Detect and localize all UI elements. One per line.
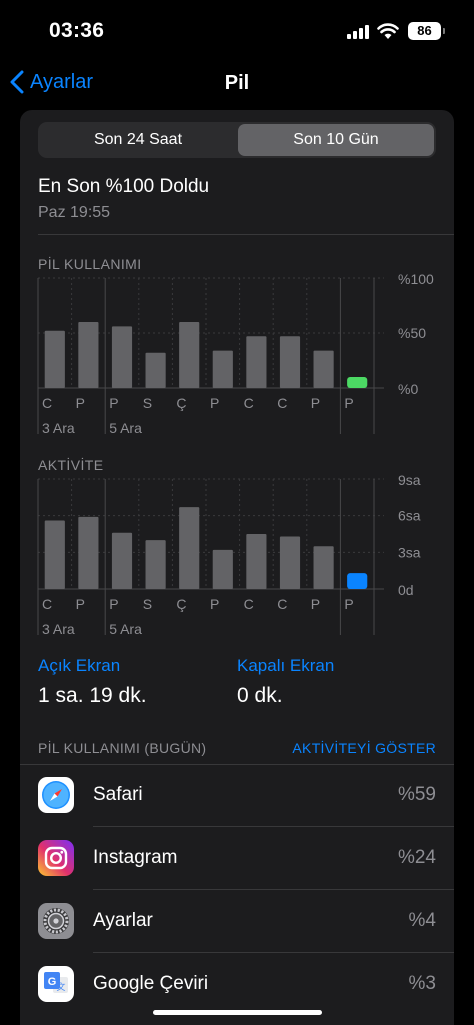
battery-chart-x-tick-label: S (143, 395, 152, 411)
activity-chart-x-tick-label: S (143, 596, 152, 612)
google-translate-icon: G 文 (38, 966, 74, 1002)
battery-chart-x-tick-label: C (244, 395, 254, 411)
battery-chart-bar (145, 352, 166, 388)
battery-chart-bar (44, 330, 65, 388)
battery-chart-bar (179, 322, 200, 388)
battery-chart-bar (313, 350, 334, 388)
battery-usage-chart: %100%50%0C P P S Ç P C C P P3 Ara 5 Ara (37, 274, 434, 436)
app-name: Instagram (93, 847, 178, 868)
activity-chart-bar (78, 516, 99, 589)
app-row-safari[interactable]: Safari %59 (20, 764, 454, 827)
screen-off-value: 0 dk. (237, 684, 283, 707)
battery-chart-x-tick-label: P (76, 395, 85, 411)
activity-chart-y-tick-label: 9sa (398, 475, 421, 488)
last-charged-title: En Son %100 Doldu (38, 176, 210, 197)
app-row-google-translate[interactable]: G 文 Google Çeviri %3 (20, 953, 454, 1016)
instagram-icon (38, 840, 74, 876)
battery-chart-y-tick-label: %50 (398, 325, 426, 341)
activity-chart-x-tick-label: P (344, 596, 353, 612)
battery-chart-bar (347, 377, 368, 388)
activity-chart-week-label: 3 Ara (42, 621, 75, 637)
safari-icon (38, 777, 74, 813)
activity-chart-x-tick-label: C (244, 596, 254, 612)
battery-chart-y-tick-label: %100 (398, 274, 434, 287)
segment-last-24-hours[interactable]: Son 24 Saat (40, 124, 236, 156)
app-percent: %59 (397, 784, 436, 805)
battery-chart-x-tick-label: C (277, 395, 287, 411)
activity-chart-bar (145, 540, 166, 589)
navigation-bar: Ayarlar Pil (0, 62, 474, 108)
battery-chart-y-tick-label: %0 (398, 381, 418, 397)
battery-chart-week-label: 5 Ara (109, 420, 142, 436)
show-activity-button[interactable]: AKTİVİTEYİ GÖSTER (292, 740, 436, 756)
battery-usage-chart-title: PİL KULLANIMI (38, 256, 142, 272)
battery-chart-x-tick-label: P (311, 395, 320, 411)
activity-chart-title: AKTİVİTE (38, 457, 104, 473)
activity-chart-bar (44, 520, 65, 589)
activity-chart-x-tick-label: Ç (176, 596, 186, 612)
activity-chart-week-label: 5 Ara (109, 621, 142, 637)
app-name: Google Çeviri (93, 973, 209, 994)
battery-chart-bar (111, 326, 133, 388)
screen-on-value: 1 sa. 19 dk. (38, 684, 147, 707)
app-usage-header: PİL KULLANIMI (BUGÜN) (38, 740, 207, 756)
battery-card: Son 24 Saat Son 10 Gün En Son %100 Doldu… (20, 110, 454, 1025)
battery-chart-x-tick-label: P (344, 395, 353, 411)
battery-chart-bar (279, 336, 301, 388)
activity-chart-x-tick-label: P (109, 596, 118, 612)
period-segmented-control: Son 24 Saat Son 10 Gün (38, 122, 436, 158)
activity-chart-y-tick-label: 3sa (398, 544, 421, 560)
activity-chart-x-tick-label: P (311, 596, 320, 612)
activity-chart-bar (179, 507, 200, 589)
app-row-settings[interactable]: Ayarlar %4 (20, 890, 454, 953)
app-name: Safari (93, 784, 143, 805)
activity-chart: 9sa6sa3sa0dC P P S Ç P C C P P3 Ara 5 Ara (37, 475, 421, 637)
app-percent: %3 (408, 973, 436, 994)
battery-chart-x-tick-label: Ç (176, 395, 186, 411)
status-bar: 03:36 86 (0, 0, 474, 62)
svg-text:文: 文 (56, 981, 65, 992)
app-name: Ayarlar (93, 910, 153, 931)
last-charged-time: Paz 19:55 (38, 204, 111, 221)
screen-on-label: Açık Ekran (38, 656, 121, 675)
activity-chart-x-tick-label: P (210, 596, 219, 612)
activity-chart-bar (212, 549, 233, 589)
svg-text:G: G (48, 976, 57, 988)
activity-chart-bar (111, 532, 133, 589)
activity-chart-y-tick-label: 6sa (398, 508, 421, 524)
activity-chart-x-tick-label: C (277, 596, 287, 612)
app-row-instagram[interactable]: Instagram %24 (20, 827, 454, 890)
divider (38, 234, 454, 235)
battery-chart-bar (78, 322, 99, 388)
screen-off-label: Kapalı Ekran (237, 656, 335, 675)
battery-chart-bar (212, 350, 233, 388)
battery-icon: 86 (408, 22, 445, 40)
wifi-icon (377, 23, 399, 39)
activity-chart-bar (246, 534, 267, 589)
status-time: 03:36 (49, 19, 105, 42)
app-percent: %4 (408, 910, 436, 931)
activity-chart-bar (279, 536, 301, 589)
settings-gear-icon (38, 903, 74, 939)
home-indicator (153, 1010, 322, 1015)
activity-chart-bar (347, 573, 368, 589)
battery-chart-x-tick-label: C (42, 395, 52, 411)
app-percent: %24 (397, 847, 436, 868)
battery-chart-bar (246, 336, 267, 388)
battery-chart-week-label: 3 Ara (42, 420, 75, 436)
activity-chart-bar (313, 546, 334, 589)
activity-chart-x-tick-label: P (76, 596, 85, 612)
activity-chart-x-tick-label: C (42, 596, 52, 612)
segment-last-10-days[interactable]: Son 10 Gün (238, 124, 434, 156)
battery-chart-x-tick-label: P (210, 395, 219, 411)
cellular-signal-icon (347, 25, 371, 39)
battery-chart-x-tick-label: P (109, 395, 118, 411)
page-title: Pil (224, 72, 250, 94)
activity-chart-y-tick-label: 0d (398, 582, 414, 598)
